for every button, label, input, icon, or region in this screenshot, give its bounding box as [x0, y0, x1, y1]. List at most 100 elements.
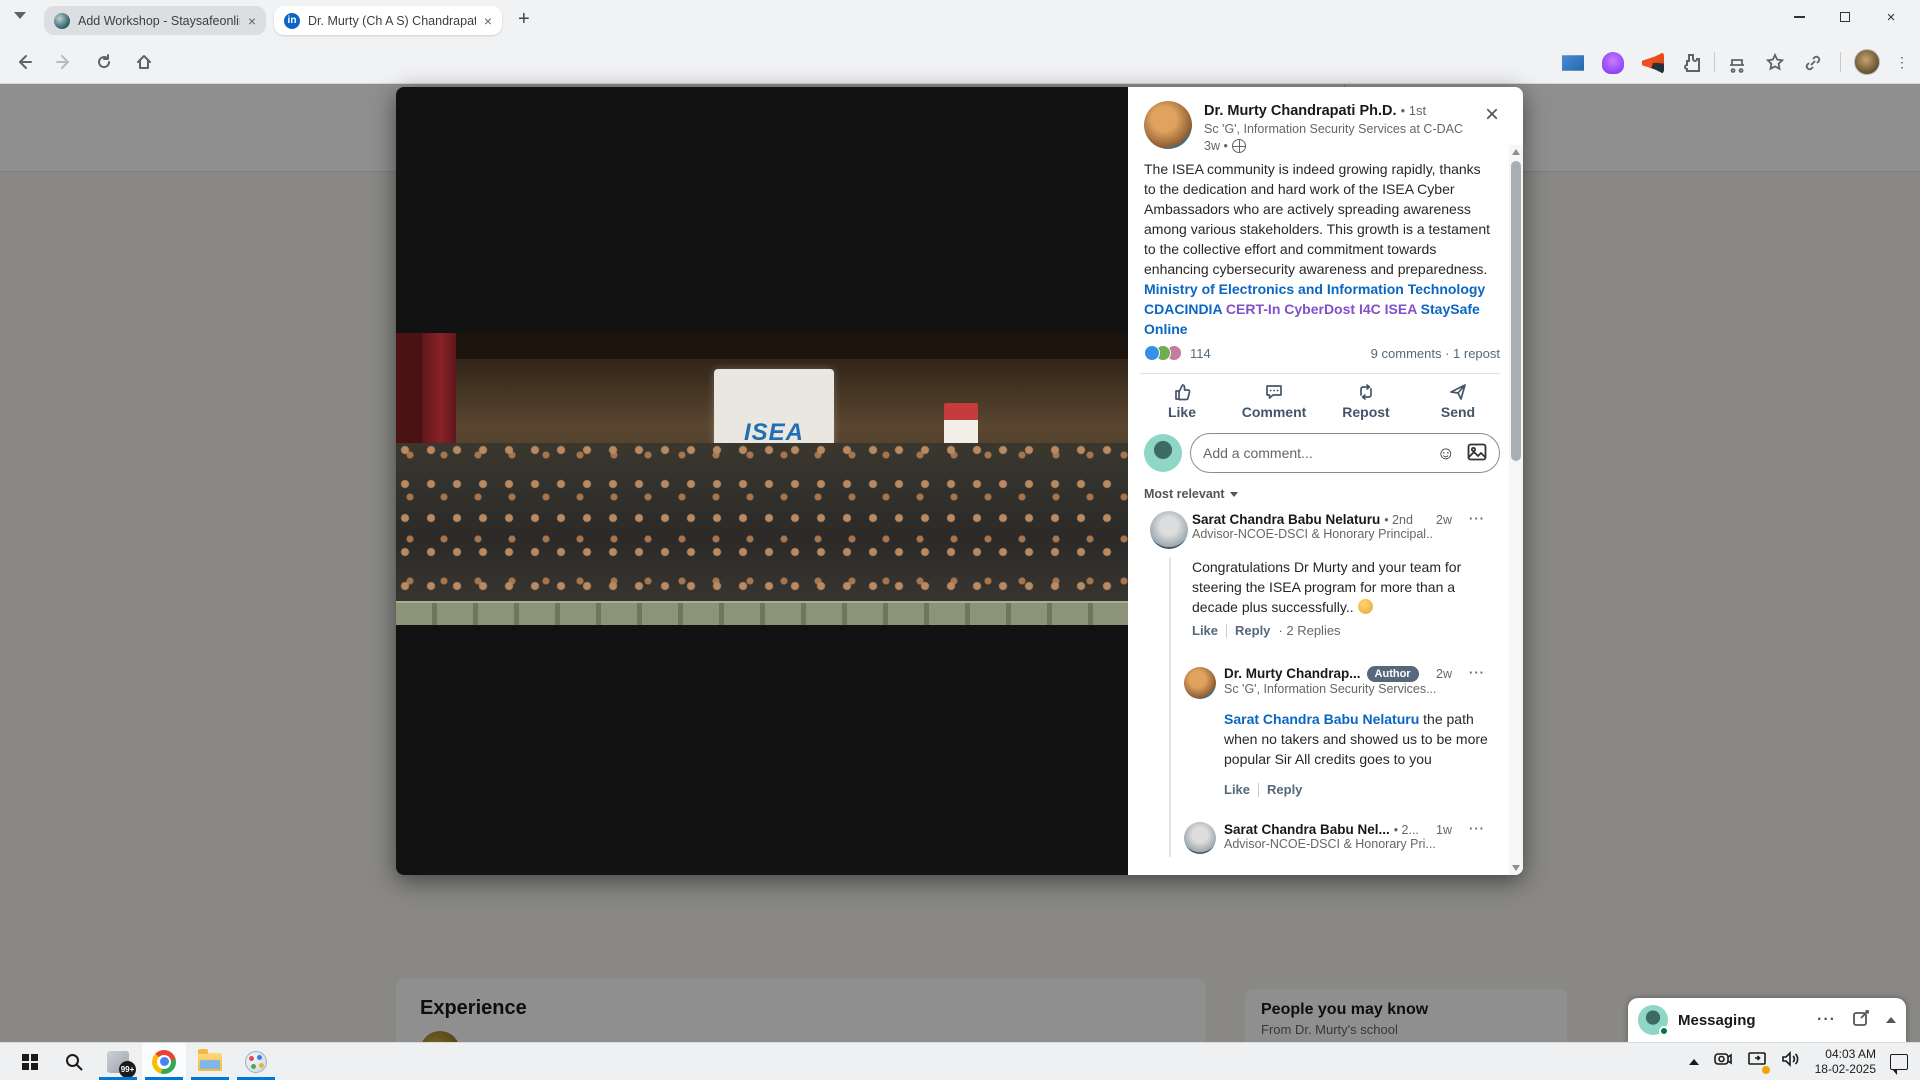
comment-reply-button[interactable]: Reply [1267, 782, 1302, 797]
window-minimize-button[interactable] [1776, 0, 1822, 34]
ai-extension-icon[interactable] [1602, 52, 1624, 74]
like-reaction-icon[interactable] [1144, 345, 1160, 361]
send-button[interactable]: Send [1412, 377, 1504, 425]
like-button[interactable]: Like [1136, 377, 1228, 425]
replies-count[interactable]: · 2 Replies [1278, 623, 1340, 638]
browser-profile-avatar[interactable] [1854, 49, 1880, 75]
screen-record-tray-icon[interactable] [1713, 1051, 1733, 1072]
clap-emoji [1358, 599, 1373, 614]
window-maximize-button[interactable] [1822, 0, 1868, 34]
panel-scrollbar[interactable] [1509, 145, 1523, 875]
like-icon [1172, 382, 1192, 402]
windows-logo-icon [22, 1054, 38, 1070]
link-icon[interactable] [1802, 52, 1824, 74]
repost-button[interactable]: Repost [1320, 377, 1412, 425]
display-share-tray-icon[interactable] [1747, 1051, 1767, 1072]
tab-staysafeonline[interactable]: Add Workshop - Staysafeonline × [44, 6, 266, 35]
link-meity[interactable]: Ministry of Electronics and Information … [1144, 281, 1485, 297]
commenter-headline: Advisor-NCOE-DSCI & Honorary Principal..… [1192, 527, 1432, 541]
file-explorer-icon [198, 1053, 222, 1071]
commenter-avatar[interactable] [1150, 511, 1188, 549]
emoji-picker-icon[interactable]: ☺ [1437, 443, 1455, 464]
taskbar-file-explorer[interactable] [188, 1043, 232, 1080]
link-cdacindia[interactable]: CDACINDIA [1144, 301, 1222, 317]
favorites-star-icon[interactable] [1764, 52, 1786, 74]
link-certin-cyberdost[interactable]: CERT-In CyberDost [1222, 301, 1355, 317]
comment-button[interactable]: Comment [1228, 377, 1320, 425]
comment-reply-button[interactable]: Reply [1235, 623, 1270, 638]
tab-close-icon[interactable]: × [484, 13, 492, 29]
social-counts-row: 114 9 comments · 1 repost [1144, 344, 1500, 364]
home-button[interactable] [132, 50, 156, 74]
reload-button[interactable] [92, 50, 116, 74]
modal-close-button[interactable]: × [1476, 99, 1508, 131]
messaging-dock[interactable]: Messaging ··· [1628, 998, 1906, 1042]
extensions-puzzle-icon[interactable] [1680, 52, 1702, 74]
commenter-name[interactable]: Dr. Murty Chandrap... [1224, 666, 1361, 681]
commenter-avatar[interactable] [1184, 822, 1216, 854]
clock-time: 04:03 AM [1815, 1047, 1876, 1062]
repost-icon [1356, 382, 1376, 402]
messaging-avatar [1638, 1005, 1668, 1035]
link-i4c-isea[interactable]: I4C ISEA [1355, 301, 1417, 317]
reaction-count[interactable]: 114 [1190, 346, 1211, 361]
tab-close-icon[interactable]: × [248, 13, 256, 29]
comment-like-button[interactable]: Like [1224, 782, 1250, 797]
forward-button[interactable] [52, 50, 76, 74]
comment-composer: Add a comment... ☺ [1144, 433, 1500, 473]
tab-search-chevron-icon[interactable] [14, 12, 26, 19]
attach-image-icon[interactable] [1467, 443, 1487, 464]
comment-time: 2w [1436, 667, 1452, 681]
comment-text: Sarat Chandra Babu Nelaturu the path whe… [1224, 709, 1504, 769]
back-button[interactable] [12, 50, 36, 74]
scrollbar-thumb[interactable] [1511, 161, 1521, 461]
new-tab-button[interactable]: + [518, 8, 530, 31]
chevron-down-icon [1230, 492, 1238, 497]
commenter-headline: Advisor-NCOE-DSCI & Honorary Pri... [1224, 837, 1474, 851]
comment-header: Sarat Chandra Babu Nelaturu • 2nd Adviso… [1192, 511, 1432, 541]
commenter-avatar[interactable] [1184, 667, 1216, 699]
comment-time: 2w [1436, 513, 1452, 527]
megaphone-extension-icon[interactable] [1642, 52, 1664, 74]
commenter-name[interactable]: Sarat Chandra Babu Nelaturu [1192, 512, 1380, 527]
comments-reposts-count[interactable]: 9 comments · 1 repost [1371, 346, 1500, 361]
scroll-down-arrow[interactable] [1512, 865, 1520, 871]
taskbar-paint[interactable] [234, 1043, 278, 1080]
volume-tray-icon[interactable] [1781, 1051, 1801, 1072]
tray-expand-icon[interactable] [1689, 1059, 1699, 1065]
window-close-button[interactable]: × [1868, 0, 1914, 34]
post-modal: ISEA Dr. Murty Chandrapati Ph.D. • 1st S… [396, 87, 1523, 875]
post-author-avatar[interactable] [1144, 101, 1192, 149]
commenter-degree: • 2nd [1384, 513, 1413, 527]
action-center-icon[interactable] [1890, 1054, 1908, 1070]
linkedin-favicon: in [284, 13, 300, 29]
chrome-icon [152, 1050, 176, 1074]
sort-selector[interactable]: Most relevant [1144, 487, 1238, 501]
taskbar-search-button[interactable] [52, 1043, 96, 1080]
browser-menu-icon[interactable]: ⋮ [1894, 50, 1910, 74]
windows-taskbar: 99+ 04:03 A [0, 1042, 1920, 1080]
taskbar-chrome[interactable] [142, 1043, 186, 1080]
comment-input[interactable]: Add a comment... ☺ [1190, 433, 1500, 473]
comment-menu-icon[interactable]: ··· [1469, 511, 1485, 526]
compose-message-icon[interactable] [1852, 1009, 1870, 1032]
messaging-menu-icon[interactable]: ··· [1817, 1011, 1836, 1029]
badge-count: 99+ [119, 1061, 136, 1078]
messaging-title: Messaging [1678, 1012, 1817, 1029]
taskbar-notifications-app[interactable]: 99+ [96, 1043, 140, 1080]
start-button[interactable] [8, 1043, 52, 1080]
taskbar-clock[interactable]: 04:03 AM 18-02-2025 [1815, 1047, 1876, 1077]
mail-extension-icon[interactable] [1562, 52, 1584, 74]
send-icon [1448, 382, 1468, 402]
expand-messaging-icon[interactable] [1886, 1017, 1896, 1023]
comment-menu-icon[interactable]: ··· [1469, 665, 1485, 680]
comment-menu-icon[interactable]: ··· [1469, 821, 1485, 836]
post-photo-pane[interactable]: ISEA [396, 87, 1128, 875]
comment-like-button[interactable]: Like [1192, 623, 1218, 638]
mention-link[interactable]: Sarat Chandra Babu Nelaturu [1224, 711, 1419, 727]
pinned-tool-icon[interactable] [1726, 52, 1748, 74]
post-author-name[interactable]: Dr. Murty Chandrapati Ph.D. [1204, 103, 1397, 119]
commenter-name[interactable]: Sarat Chandra Babu Nel... [1224, 822, 1390, 837]
tab-linkedin[interactable]: in Dr. Murty (Ch A S) Chandrapati × [274, 6, 502, 35]
scroll-up-arrow[interactable] [1512, 149, 1520, 155]
